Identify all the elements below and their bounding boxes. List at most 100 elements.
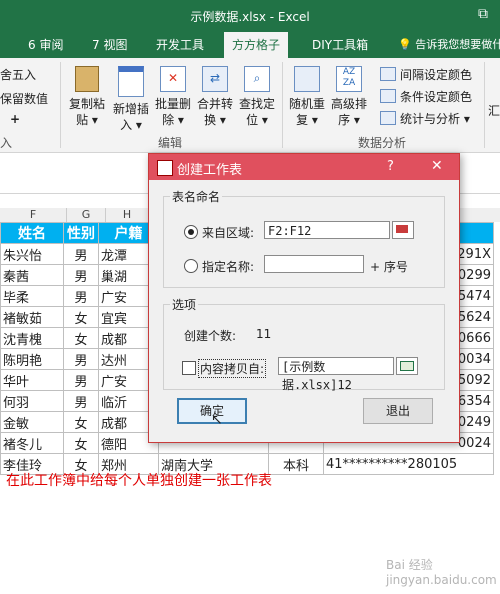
find-locate-label: 查找定: [238, 97, 275, 111]
cell-sex[interactable]: 男: [63, 285, 99, 307]
cell-sex[interactable]: 男: [63, 390, 99, 412]
round-item[interactable]: 舍五入: [0, 66, 36, 83]
copy-content-label: 内容拷贝自:: [198, 359, 267, 378]
mouse-cursor-icon: ↖: [211, 412, 223, 428]
dialog-title-bar[interactable]: 创建工作表 ? ✕: [149, 154, 459, 180]
dialog-title: 创建工作表: [177, 163, 243, 178]
random-icon: [294, 66, 320, 92]
column-header-h[interactable]: H: [106, 208, 149, 222]
create-count-label: 创建个数:: [184, 329, 237, 343]
condition-color-item[interactable]: 条件设定颜色: [380, 88, 472, 105]
tell-me-search[interactable]: 💡 告诉我您想要做什么: [398, 36, 500, 52]
copy-content-checkbox[interactable]: [182, 361, 196, 375]
tab-review[interactable]: 6 审阅: [28, 36, 63, 53]
dialog-body: 表名命名 来自区域: F2:F12 指定名称: + 序号 选项 创建个数: 11…: [149, 180, 459, 442]
insert-label-2: 入: [120, 118, 133, 132]
cell-name[interactable]: 朱兴怡: [0, 243, 64, 265]
tab-fangfang[interactable]: 方方格子: [224, 32, 289, 58]
ribbon-separator: [484, 62, 485, 148]
cell-name[interactable]: 毕柔: [0, 285, 64, 307]
copy-paste-label-2: 贴: [76, 113, 89, 127]
seq-label: + 序号: [370, 260, 408, 274]
sheet-picker-icon[interactable]: [396, 357, 418, 375]
insert-label: 新增插: [112, 102, 149, 116]
column-header-g[interactable]: G: [67, 208, 106, 222]
lightbulb-icon: 💡: [398, 38, 412, 51]
advanced-sort-button[interactable]: AZ ZA 高级排 序 ▾: [326, 66, 372, 128]
stats-analysis-item[interactable]: 统计与分析 ▾: [380, 110, 470, 127]
column-header-f[interactable]: F: [0, 208, 67, 222]
cell-sex[interactable]: 男: [63, 243, 99, 265]
cell-sex[interactable]: 男: [63, 348, 99, 370]
cell-name[interactable]: 沈青槐: [0, 327, 64, 349]
summary-item[interactable]: 汇: [488, 102, 500, 119]
header-sex[interactable]: 性别: [63, 222, 99, 244]
batch-delete-button[interactable]: ✕ 批量删 除 ▾: [150, 66, 196, 128]
cell-sex[interactable]: 女: [63, 432, 99, 454]
condition-color-icon: [380, 89, 396, 103]
from-range-input[interactable]: F2:F12: [264, 221, 390, 239]
merge-convert-button[interactable]: ⇄ 合并转 换 ▾: [192, 66, 238, 128]
merge-convert-label-2: 换: [204, 113, 217, 127]
tab-diy[interactable]: DIY工具箱: [312, 36, 368, 53]
stats-icon: [380, 111, 396, 125]
tab-view[interactable]: 7 视图: [92, 36, 127, 53]
cell-sex[interactable]: 女: [63, 327, 99, 349]
from-range-label: 来自区域:: [202, 226, 255, 240]
ribbon-tabs: 6 审阅 7 视图 开发工具 方方格子 DIY工具箱 💡 告诉我您想要做什么: [0, 30, 500, 58]
random-repeat-button[interactable]: 随机重 复 ▾: [284, 66, 330, 128]
group-label-analysis: 数据分析: [358, 136, 407, 150]
ribbon-separator: [60, 62, 61, 148]
window-title: 示例数据.xlsx - Excel: [190, 10, 310, 24]
tab-developer[interactable]: 开发工具: [156, 36, 204, 53]
title-bar: 示例数据.xlsx - Excel ⧉: [0, 0, 500, 30]
cell-name[interactable]: 陈明艳: [0, 348, 64, 370]
copy-content-input[interactable]: [示例数据.xlsx]12: [278, 357, 394, 392]
cell-name[interactable]: 秦茜: [0, 264, 64, 286]
find-locate-button[interactable]: ⌕ 查找定 位 ▾: [234, 66, 280, 128]
restore-icon[interactable]: ⧉: [478, 6, 488, 22]
create-count-value: 11: [256, 327, 272, 341]
condition-color-label: 条件设定颜色: [400, 90, 473, 104]
tell-me-label: 告诉我您想要做什么: [415, 38, 500, 51]
ribbon-body: 舍五入 保留数值 + 入 复制粘 贴 ▾ 新增插 入 ▾ ✕ 批量删 除 ▾ ⇄…: [0, 58, 500, 153]
interval-color-label: 间隔设定颜色: [400, 68, 473, 82]
cell-level[interactable]: 本科: [268, 453, 324, 475]
cell-id[interactable]: 41**********280105: [323, 453, 494, 475]
watermark: Bai 经验 jingyan.baidu.com: [386, 558, 497, 587]
cell-sex[interactable]: 男: [63, 369, 99, 391]
cancel-button[interactable]: 退出: [363, 398, 433, 424]
header-name[interactable]: 姓名: [0, 222, 64, 244]
delete-icon: ✕: [160, 66, 186, 92]
options-section-legend: 选项: [170, 296, 199, 313]
name-section-legend: 表名命名: [170, 188, 223, 205]
app-icon: [157, 160, 173, 176]
cell-name[interactable]: 金敏: [0, 411, 64, 433]
options-section: 选项 创建个数: 11 内容拷贝自: [示例数据.xlsx]12: [163, 296, 445, 392]
cell-name[interactable]: 何羽: [0, 390, 64, 412]
advanced-sort-label-2: 序: [338, 113, 351, 127]
cell-sex[interactable]: 男: [63, 264, 99, 286]
copy-paste-button[interactable]: 复制粘 贴 ▾: [64, 66, 110, 128]
range-picker-icon[interactable]: [392, 221, 414, 239]
from-range-radio[interactable]: [184, 225, 198, 239]
cell-name[interactable]: 褚冬儿: [0, 432, 64, 454]
find-locate-label-2: 位: [246, 113, 259, 127]
instruction-note: 在此工作簿中给每个人单独创建一张工作表: [6, 473, 272, 489]
cell-name[interactable]: 褚敏茹: [0, 306, 64, 328]
close-icon[interactable]: ✕: [431, 158, 443, 174]
column-header-right: [458, 208, 500, 222]
random-repeat-label-2: 复: [296, 113, 309, 127]
cell-name[interactable]: 华叶: [0, 369, 64, 391]
clipboard-icon: [75, 66, 99, 92]
help-icon[interactable]: ?: [387, 159, 394, 174]
insert-icon: [118, 66, 144, 97]
insert-button[interactable]: 新增插 入 ▾: [108, 66, 154, 133]
specify-name-radio[interactable]: [184, 259, 198, 273]
interval-color-item[interactable]: 间隔设定颜色: [380, 66, 472, 83]
plus-item[interactable]: +: [10, 112, 20, 126]
specify-name-input[interactable]: [264, 255, 364, 273]
keep-value-item[interactable]: 保留数值: [0, 90, 48, 107]
cell-sex[interactable]: 女: [63, 306, 99, 328]
cell-sex[interactable]: 女: [63, 411, 99, 433]
